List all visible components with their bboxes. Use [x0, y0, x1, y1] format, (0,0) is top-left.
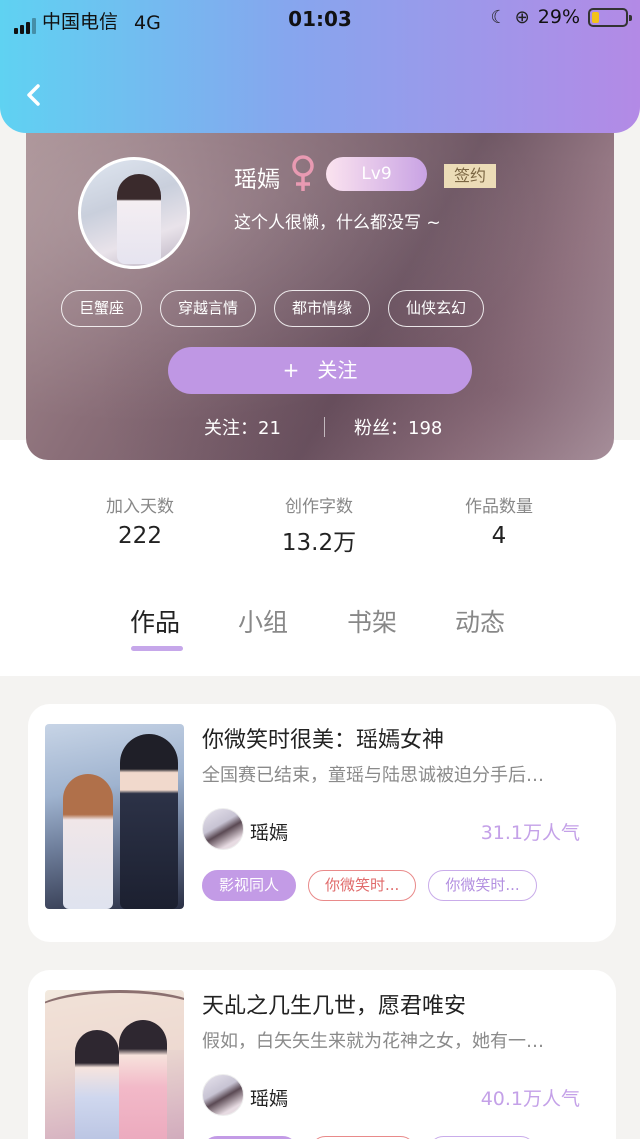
stat-label: 作品数量 [465, 497, 533, 517]
work-card[interactable]: 你微笑时很美：瑶嫣女神 全国赛已结束，童瑶与陆思诚被迫分手后… 瑶嫣 31.1万… [28, 704, 616, 942]
profile-card: 瑶嫣 Lv9 签约 这个人很懒，什么都没写 ~ 巨蟹座 穿越言情 都市情缘 仙侠… [26, 110, 614, 460]
author-avatar[interactable] [202, 1074, 244, 1116]
work-card[interactable]: 天乩之几生几世，愿君唯安 假如，白矢矢生来就为花神之女，她有一… 瑶嫣 40.1… [28, 970, 616, 1139]
following-count[interactable]: 关注：21 [204, 414, 281, 440]
battery-percent: 29% [537, 6, 580, 28]
signed-badge: 签约 [444, 164, 496, 188]
top-header: 中国电信 4G 01:03 ☾ ⊕ 29% [0, 0, 640, 133]
book-cover[interactable] [45, 724, 184, 909]
active-tab-indicator [131, 646, 183, 651]
follow-button[interactable]: + 关注 [168, 347, 472, 394]
stat-word-count: 创作字数 13.2万 [229, 492, 409, 557]
female-gender-icon [292, 155, 314, 191]
stat-value: 222 [118, 523, 162, 549]
tab-activity[interactable]: 动态 [455, 603, 505, 639]
stat-value: 4 [491, 523, 507, 549]
tab-works[interactable]: 作品 [130, 603, 180, 639]
level-badge: Lv9 [326, 157, 427, 191]
divider [324, 417, 325, 437]
profile-tag[interactable]: 穿越言情 [160, 290, 257, 327]
author-name[interactable]: 瑶嫣 [250, 1084, 288, 1111]
profile-tags: 巨蟹座 穿越言情 都市情缘 仙侠玄幻 [61, 290, 485, 327]
profile-name: 瑶嫣 [234, 167, 280, 193]
author-avatar[interactable] [202, 808, 244, 850]
stat-value: 13.2万 [281, 530, 357, 556]
content-tabs: 作品 小组 书架 动态 [0, 600, 640, 660]
work-tag[interactable]: 你微笑时... [308, 870, 417, 901]
tab-bookshelf[interactable]: 书架 [347, 603, 397, 639]
work-description: 全国赛已结束，童瑶与陆思诚被迫分手后… [202, 765, 544, 786]
work-description: 假如，白矢矢生来就为花神之女，她有一… [202, 1031, 544, 1052]
stat-join-days: 加入天数 222 [50, 492, 230, 549]
profile-tag[interactable]: 巨蟹座 [61, 290, 143, 327]
work-tag[interactable]: 影视同人 [202, 870, 297, 901]
profile-bio: 这个人很懒，什么都没写 ~ [234, 213, 441, 233]
back-arrow-icon[interactable] [20, 80, 50, 110]
book-cover[interactable] [45, 990, 184, 1139]
work-title[interactable]: 你微笑时很美：瑶嫣女神 [202, 722, 444, 754]
work-title[interactable]: 天乩之几生几世，愿君唯安 [202, 988, 466, 1020]
stat-label: 加入天数 [106, 497, 174, 517]
popularity: 40.1万人气 [480, 1088, 580, 1110]
fans-count[interactable]: 粉丝：198 [354, 414, 442, 440]
tab-groups[interactable]: 小组 [238, 603, 288, 639]
rotation-lock-icon: ⊕ [514, 6, 530, 28]
battery-icon [588, 7, 632, 27]
plus-icon: + [282, 358, 300, 382]
stat-label: 创作字数 [285, 497, 353, 517]
avatar[interactable] [78, 157, 190, 269]
author-name[interactable]: 瑶嫣 [250, 818, 288, 845]
stats-card: 加入天数 222 创作字数 13.2万 作品数量 4 [52, 440, 588, 582]
work-tags: 影视同人 你微笑时... 你微笑时... [202, 870, 537, 901]
stat-works-count: 作品数量 4 [409, 492, 589, 549]
profile-tag[interactable]: 仙侠玄幻 [388, 290, 485, 327]
popularity: 31.1万人气 [480, 822, 580, 844]
work-tag[interactable]: 你微笑时... [428, 870, 537, 901]
profile-tag[interactable]: 都市情缘 [274, 290, 371, 327]
follow-label: 关注 [317, 358, 358, 382]
moon-icon: ☾ [490, 6, 507, 28]
status-bar: 中国电信 4G 01:03 ☾ ⊕ 29% [0, 0, 640, 36]
